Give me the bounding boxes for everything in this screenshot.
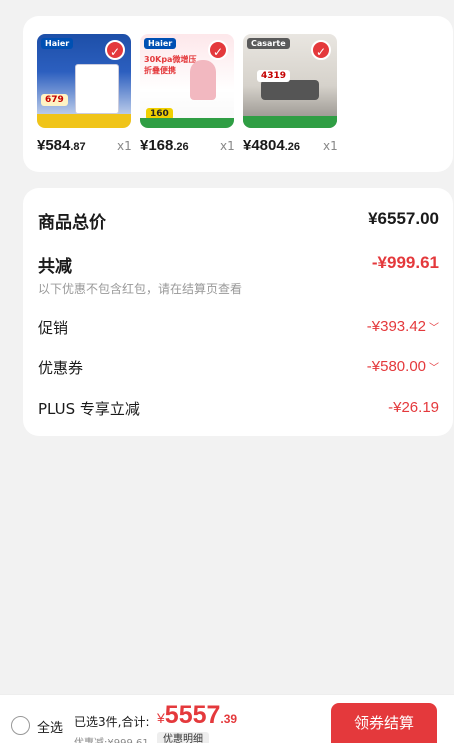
selected-count-text: 已选3件,合计: [74, 715, 150, 729]
select-all-label[interactable]: 全选 [37, 717, 63, 736]
coupon-row[interactable]: -¥580.00 ﹀ [367, 358, 439, 375]
plus-discount-value: -¥26.19 [388, 399, 439, 416]
product-price: ¥584.87 [37, 137, 86, 154]
price-badge: 4319 [257, 70, 291, 82]
product-price: ¥4804.26 [243, 137, 301, 154]
product-quantity: x1 [323, 139, 338, 153]
select-all-radio[interactable] [11, 716, 30, 735]
product-price: ¥168.26 [140, 137, 189, 154]
selected-check-icon[interactable]: ✓ [105, 40, 125, 60]
cart-page: Haier ✓ 679 ¥584.87 x1 Haier ✓ 30Kpa微增压 … [14, 0, 454, 743]
product-card: Haier ✓ 679 ¥584.87 x1 Haier ✓ 30Kpa微增压 … [23, 16, 453, 172]
chevron-down-icon: ﹀ [429, 323, 439, 334]
total-price-label: 商品总价 [38, 213, 106, 233]
product-headline: 30Kpa微增压 [144, 55, 197, 64]
discount-detail-button[interactable]: 优惠明细 [157, 732, 209, 743]
product-image [261, 80, 319, 100]
promotion-row[interactable]: -¥393.42 ﹀ [367, 318, 439, 335]
discount-value: -¥999.61 [371, 253, 439, 272]
chevron-down-icon: ﹀ [429, 363, 439, 374]
brand-logo: Haier [41, 38, 74, 49]
coupon-value: -¥580.00 [366, 358, 426, 375]
selected-check-icon[interactable]: ✓ [311, 40, 331, 60]
product-thumbnail-range[interactable]: Casarte ✓ 4319 [243, 34, 337, 128]
discount-label: 共减 [38, 257, 72, 277]
footer-total: ¥5557.39 [157, 701, 238, 729]
promo-strip [140, 118, 234, 128]
product-quantity: x1 [117, 139, 132, 153]
checkout-button[interactable]: 领券结算 [331, 703, 437, 743]
product-subline: 折叠便携 [144, 66, 176, 75]
price-summary-card: 商品总价 ¥6557.00 共减 -¥999.61 以下优惠不包含红包，请在结算… [23, 188, 453, 436]
promo-strip [243, 116, 337, 128]
promotion-value: -¥393.42 [366, 318, 426, 335]
selected-check-icon[interactable]: ✓ [208, 40, 228, 60]
plus-discount-label: PLUS 专享立减 [38, 400, 140, 418]
total-price-value: ¥6557.00 [368, 209, 439, 228]
coupon-label: 优惠券 [38, 359, 84, 377]
product-quantity: x1 [220, 139, 235, 153]
product-image [190, 60, 216, 100]
product-thumbnail-freezer[interactable]: Haier ✓ 679 [37, 34, 131, 128]
brand-logo: Casarte [247, 38, 290, 49]
checkout-bar: 全选 已选3件,合计: ¥5557.39 优惠减:¥999.61 优惠明细 领券… [0, 694, 454, 743]
brand-logo: Haier [144, 38, 177, 49]
product-image [75, 64, 119, 114]
promotion-label: 促销 [38, 319, 69, 337]
discount-note: 以下优惠不包含红包，请在结算页查看 [38, 282, 243, 296]
price-badge: 679 [41, 94, 68, 106]
promo-strip [37, 114, 131, 128]
product-thumbnail-dryer[interactable]: Haier ✓ 30Kpa微增压 折叠便携 160 [140, 34, 234, 128]
saved-amount-text: 优惠减:¥999.61 [74, 734, 149, 743]
